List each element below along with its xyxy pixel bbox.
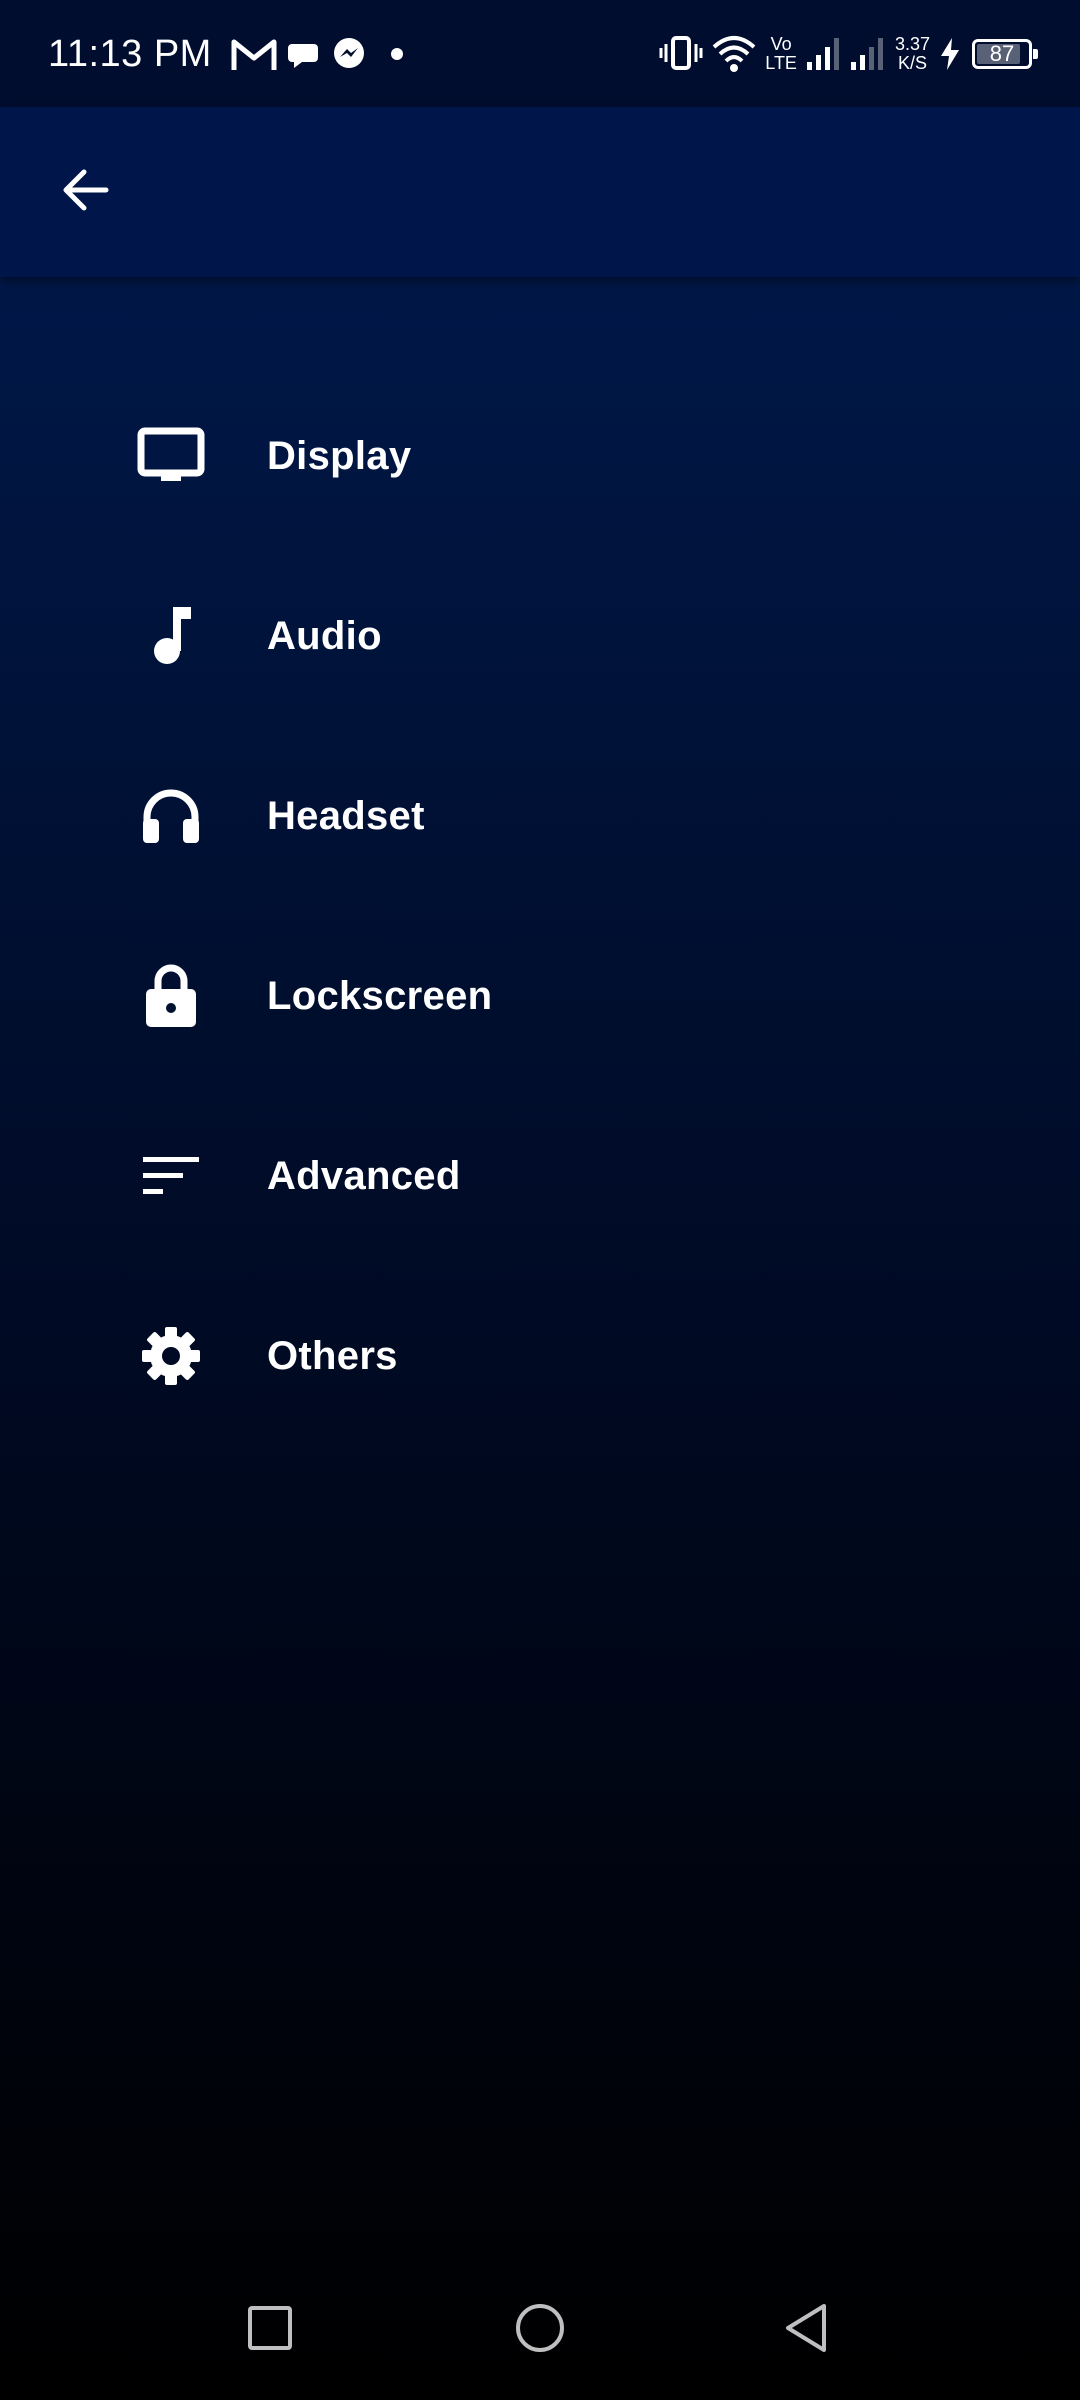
- signal-icon-1: [805, 36, 841, 72]
- settings-menu: Display Audio Headset Lockscreen Advance…: [0, 366, 1080, 1446]
- lock-icon: [131, 956, 211, 1036]
- charging-bolt-icon: [938, 36, 962, 72]
- back-triangle-icon: [782, 2302, 830, 2359]
- volte-indicator: Vo LTE: [765, 35, 797, 73]
- menu-label-headset: Headset: [267, 793, 425, 838]
- volte-bottom: LTE: [765, 53, 797, 73]
- menu-label-others: Others: [267, 1333, 398, 1378]
- network-speed: 3.37 K/S: [895, 35, 930, 73]
- music-note-icon: [131, 596, 211, 676]
- menu-item-display[interactable]: Display: [0, 366, 1080, 546]
- battery-level: 87: [989, 41, 1015, 66]
- vibrate-icon: [659, 34, 703, 74]
- menu-item-others[interactable]: Others: [0, 1266, 1080, 1446]
- home-circle-icon: [514, 2302, 566, 2359]
- speed-value: 3.37: [894, 34, 930, 54]
- battery-tip: [1033, 49, 1038, 59]
- status-left: 11:13 PM: [48, 26, 404, 82]
- back-button[interactable]: [44, 152, 124, 232]
- monitor-icon: [131, 416, 211, 496]
- menu-item-advanced[interactable]: Advanced: [0, 1086, 1080, 1266]
- menu-label-display: Display: [267, 433, 412, 478]
- clock: 11:13 PM: [48, 32, 212, 75]
- menu-item-lockscreen[interactable]: Lockscreen: [0, 906, 1080, 1086]
- menu-label-audio: Audio: [267, 613, 382, 658]
- recents-button[interactable]: [225, 2285, 315, 2375]
- status-right: Vo LTE 3.37 K/S 87: [651, 26, 1038, 82]
- app-bar: [0, 107, 1080, 277]
- gear-icon: [131, 1316, 211, 1396]
- navigation-bar: [0, 2260, 1080, 2400]
- menu-item-headset[interactable]: Headset: [0, 726, 1080, 906]
- menu-item-audio[interactable]: Audio: [0, 546, 1080, 726]
- menu-label-advanced: Advanced: [267, 1153, 461, 1198]
- gmail-icon: [230, 36, 278, 72]
- recents-square-icon: [246, 2304, 294, 2357]
- messenger-icon: [330, 35, 368, 73]
- battery-icon: 87: [972, 39, 1038, 69]
- signal-icon-2: [849, 36, 885, 72]
- menu-label-lockscreen: Lockscreen: [267, 973, 493, 1018]
- sort-lines-icon: [131, 1136, 211, 1216]
- wifi-icon: [711, 35, 757, 73]
- status-bar: 11:13 PM Vo LTE 3.37 K/S 87: [0, 0, 1080, 107]
- chat-bubble-icon: [286, 36, 322, 72]
- volte-top: Vo: [770, 34, 792, 54]
- nav-back-button[interactable]: [761, 2285, 851, 2375]
- home-button[interactable]: [495, 2285, 585, 2375]
- arrow-left-icon: [58, 164, 110, 221]
- headphones-icon: [131, 776, 211, 856]
- speed-unit: K/S: [897, 53, 927, 73]
- dot-icon: [390, 47, 404, 61]
